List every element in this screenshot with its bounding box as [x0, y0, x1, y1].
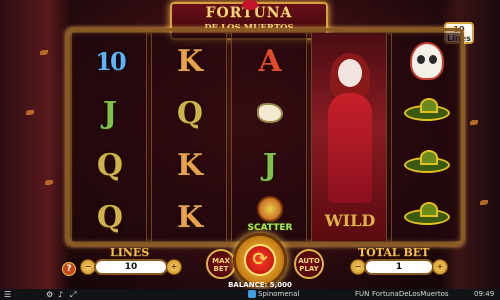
- skull-face-shape: [338, 59, 362, 87]
- sombrero-icon: [404, 98, 450, 121]
- symbol-label: J: [102, 95, 118, 131]
- symbol-k: K: [152, 191, 228, 243]
- symbol-label: J: [262, 147, 278, 183]
- skull-icon: [412, 44, 442, 78]
- settings-icon[interactable]: ⚙: [46, 290, 53, 299]
- symbol-k: K: [152, 35, 228, 87]
- auto-play-button[interactable]: AUTO PLAY: [294, 249, 324, 279]
- symbol-label: Q: [96, 199, 124, 235]
- lines-label: LINES: [110, 246, 150, 259]
- rose-icon: [242, 0, 258, 10]
- sombrero-icon: [404, 150, 450, 173]
- menu-icon[interactable]: ☰: [4, 290, 11, 299]
- mode-label: FUN: [355, 290, 370, 298]
- symbol-label: K: [176, 43, 204, 79]
- scatter-label: SCATTER: [247, 223, 293, 233]
- bet-increase-button[interactable]: +: [432, 259, 448, 275]
- symbol-label: Q: [176, 95, 204, 131]
- symbol-j: J: [72, 87, 148, 139]
- wild-label: WILD: [324, 211, 376, 230]
- petal-decoration: [40, 50, 48, 55]
- sound-icon[interactable]: ♪: [58, 290, 63, 299]
- symbol-label: K: [176, 199, 204, 235]
- symbol-label: 10: [95, 46, 126, 76]
- reel-5: [391, 33, 461, 241]
- symbol-a: A: [232, 35, 308, 87]
- symbol-k: K: [152, 139, 228, 191]
- lines-increase-button[interactable]: +: [166, 259, 182, 275]
- sombrero-icon: [392, 191, 462, 243]
- left-scenery: [0, 0, 70, 300]
- petal-decoration: [45, 180, 53, 185]
- sombrero-icon: [392, 139, 462, 191]
- spin-button[interactable]: ⟳: [233, 233, 287, 287]
- lines-value-field: 10: [94, 259, 168, 275]
- maracas-icon: [257, 196, 283, 222]
- petal-decoration: [470, 120, 478, 125]
- flower-icon: [232, 87, 308, 139]
- catrina-wild-icon: [320, 53, 380, 208]
- flower-icon: [257, 103, 283, 123]
- symbol-label: A: [258, 43, 282, 79]
- sombrero-icon: [404, 202, 450, 225]
- symbol-q: Q: [72, 139, 148, 191]
- fullscreen-icon[interactable]: ⤢: [70, 290, 76, 300]
- petal-decoration: [480, 200, 488, 205]
- reel-3: A J SCATTER: [231, 33, 307, 241]
- sombrero-icon: [392, 87, 462, 139]
- dress-shape: [328, 93, 372, 203]
- symbol-label: Q: [96, 147, 124, 183]
- reel-area: 10 J Q Q K Q K K A J SCATTER WILD: [66, 28, 464, 246]
- reel-4: WILD: [311, 33, 387, 241]
- symbol-ten: 10: [72, 35, 148, 87]
- total-bet-value-field: 1: [364, 259, 434, 275]
- brand-name: Spinomenal: [258, 290, 300, 298]
- spinomenal-logo-icon: [248, 290, 256, 298]
- spin-icon: ⟳: [244, 244, 276, 276]
- petal-decoration: [26, 110, 34, 115]
- help-button[interactable]: ?: [62, 262, 76, 276]
- balance-display: BALANCE: 5,000: [228, 281, 292, 289]
- clock: 09:49: [474, 290, 495, 298]
- reel-2: K Q K K: [151, 33, 227, 241]
- status-bar: ☰ ⚙ ♪ ⤢ Spinomenal FUN FortunaDeLosMuert…: [0, 289, 500, 300]
- game-id: FortunaDeLosMuertos: [372, 290, 449, 298]
- symbol-label: K: [176, 147, 204, 183]
- skull-icon: [392, 35, 462, 87]
- symbol-q: Q: [72, 191, 148, 243]
- total-bet-label: TOTAL BET: [358, 246, 430, 259]
- symbol-q: Q: [152, 87, 228, 139]
- max-bet-button[interactable]: MAX BET: [206, 249, 236, 279]
- reel-1: 10 J Q Q: [71, 33, 147, 241]
